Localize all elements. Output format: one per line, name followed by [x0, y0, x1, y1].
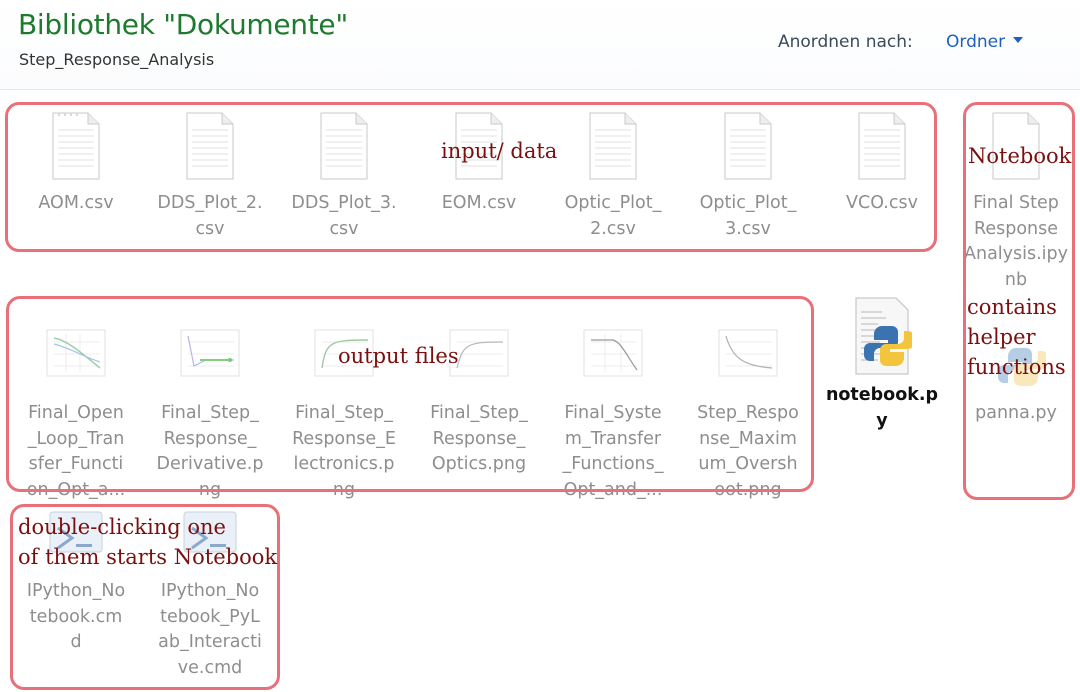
- annotation-input-data: input/ data: [441, 139, 558, 163]
- annotation-output-files: output files: [338, 344, 459, 368]
- caret-down-icon: [1013, 37, 1024, 43]
- library-title: Bibliothek "Dokumente": [18, 8, 348, 41]
- file-name: notebook.p y: [825, 385, 939, 431]
- library-header: Bibliothek "Dokumente" Step_Response_Ana…: [0, 0, 1080, 90]
- folder-name: Step_Response_Analysis: [19, 50, 215, 69]
- annotation-helper-functions: contains helper functions: [967, 295, 1066, 379]
- annotation-notebook: Notebook: [968, 144, 1072, 168]
- annotation-box-output-files: [6, 296, 814, 492]
- arrange-by-value: Ordner: [946, 32, 1006, 52]
- annotation-double-click-1: double-clicking one: [18, 515, 226, 539]
- annotation-box-input-data: [5, 102, 937, 252]
- python-file-icon: [852, 296, 912, 376]
- arrange-by-dropdown[interactable]: Ordner: [946, 32, 1024, 52]
- file-item-notebook-py[interactable]: notebook.p y: [822, 296, 942, 434]
- arrange-by-label: Anordnen nach:: [778, 32, 913, 52]
- annotation-double-click-2: of them starts Notebook: [18, 545, 278, 569]
